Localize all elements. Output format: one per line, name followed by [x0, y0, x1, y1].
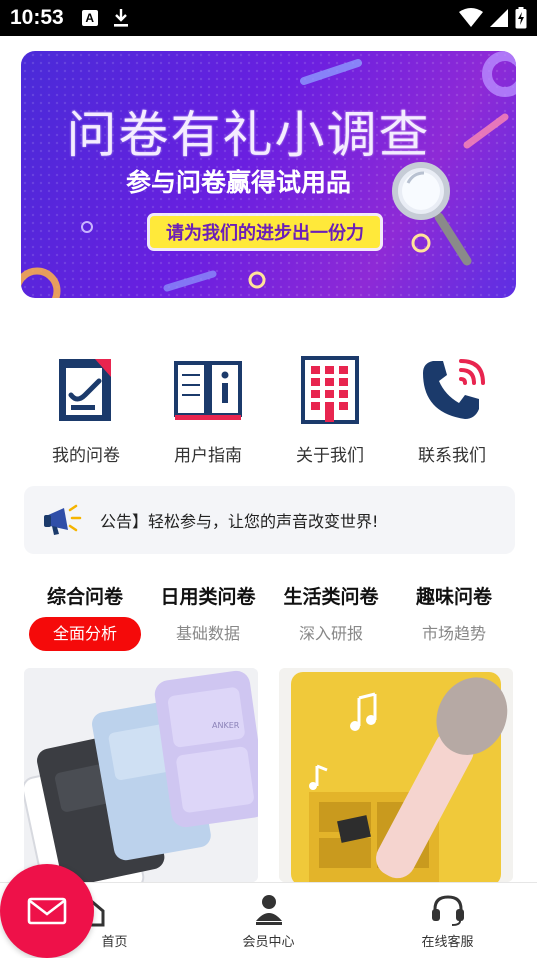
- category-title: 综合问卷: [46, 586, 123, 608]
- product-card-power-bank[interactable]: ANKER: [24, 668, 258, 882]
- quick-link-label: 用户指南: [174, 446, 242, 466]
- decor-ring-icon: [482, 51, 516, 97]
- magnifier-icon: [392, 162, 472, 266]
- quick-link-label: 我的问卷: [52, 446, 120, 466]
- category-subtitle: 市场趋势: [421, 624, 486, 643]
- status-bar: 10:53 A: [0, 0, 537, 36]
- user-icon: [255, 895, 282, 925]
- headset-icon: [431, 895, 464, 926]
- category-tab-fun[interactable]: 趣味问卷 市场趋势: [393, 582, 515, 651]
- floating-mail-button[interactable]: [0, 864, 94, 958]
- category-subtitle-active: 全面分析: [28, 617, 141, 651]
- quick-link-my-surveys[interactable]: 我的问卷: [25, 355, 147, 466]
- decor-ring-small: [248, 271, 266, 289]
- status-time: 10:53: [10, 6, 64, 29]
- decor-ring-small: [81, 221, 93, 233]
- quick-link-user-guide[interactable]: 用户指南: [147, 355, 269, 466]
- signal-icon: [490, 9, 508, 27]
- download-icon: [113, 9, 128, 27]
- mail-icon: [27, 897, 67, 925]
- tab-label: 在线客服: [421, 935, 474, 950]
- category-subtitle: 基础数据: [175, 624, 240, 643]
- promo-banner[interactable]: 问卷有礼小调查 参与问卷赢得试用品 请为我们的进步出一份力: [21, 51, 516, 298]
- announcement-bar[interactable]: 公告】轻松参与，让您的声音改变世界!: [24, 486, 515, 554]
- category-title: 生活类问卷: [283, 586, 379, 608]
- quick-link-contact-us[interactable]: 联系我们: [391, 355, 513, 466]
- power-bank-image: ANKER: [24, 668, 258, 882]
- wifi-icon: [459, 8, 483, 27]
- category-tab-daily[interactable]: 日用类问卷 基础数据: [147, 582, 269, 651]
- decor-ring-icon: [21, 267, 61, 298]
- quick-links: 我的问卷 用户指南 关于我们 联系我们: [0, 355, 537, 466]
- banner-title: 问卷有礼小调查: [66, 106, 431, 164]
- karaoke-mic-image: [279, 668, 513, 882]
- decor-streak: [163, 270, 217, 292]
- notification-app-icon: A: [81, 10, 98, 26]
- product-brand-text: ANKER: [212, 721, 240, 730]
- category-title: 趣味问卷: [415, 586, 492, 608]
- quick-link-label: 关于我们: [296, 446, 364, 466]
- phone-icon: [423, 359, 485, 419]
- document-edit-icon: [59, 359, 111, 421]
- banner-pill: 请为我们的进步出一份力: [150, 216, 380, 248]
- battery-icon: [515, 7, 527, 29]
- category-subtitle: 深入研报: [298, 624, 363, 643]
- product-card-karaoke-mic[interactable]: [279, 668, 513, 882]
- book-info-icon: [174, 361, 242, 420]
- category-title: 日用类问卷: [160, 586, 256, 608]
- category-tab-general[interactable]: 综合问卷 全面分析: [24, 582, 146, 651]
- megaphone-icon: [44, 504, 82, 535]
- tab-online-service[interactable]: 在线客服: [358, 883, 537, 956]
- building-icon: [301, 356, 359, 424]
- decor-streak: [300, 59, 362, 85]
- tab-member-center[interactable]: 会员中心: [179, 883, 358, 956]
- tab-label: 会员中心: [242, 935, 295, 950]
- announcement-text: 公告】轻松参与，让您的声音改变世界!: [100, 512, 379, 531]
- category-tab-life[interactable]: 生活类问卷 深入研报: [270, 582, 392, 651]
- category-tabs: 综合问卷 全面分析 日用类问卷 基础数据 生活类问卷 深入研报 趣味问卷 市场趋…: [24, 582, 515, 651]
- quick-link-about-us[interactable]: 关于我们: [269, 355, 391, 466]
- quick-link-label: 联系我们: [418, 446, 486, 466]
